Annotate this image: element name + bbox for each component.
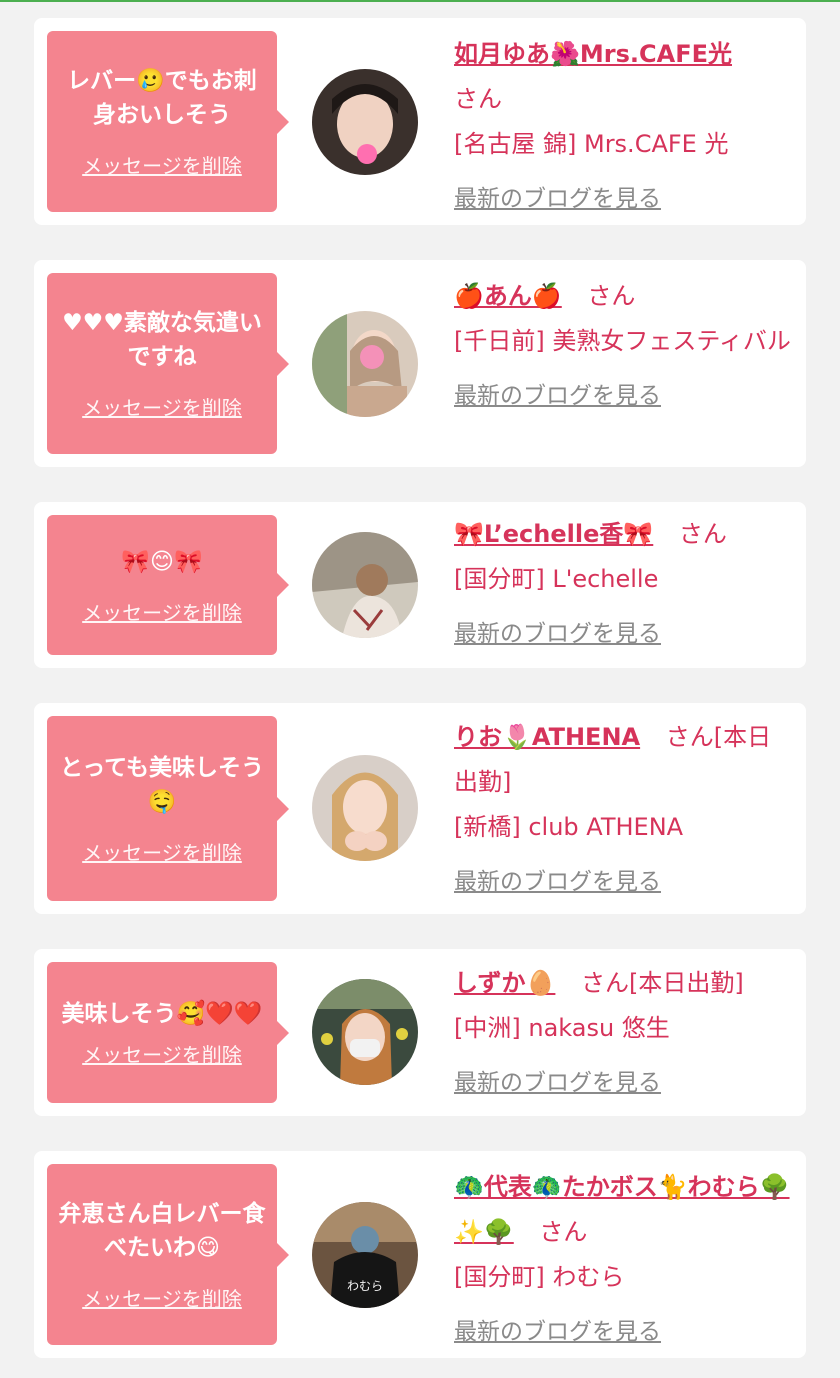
latest-blog-link[interactable]: 最新のブログを見る [454,1310,794,1355]
cast-name-link[interactable]: 🎀L’echelle香🎀 [454,520,653,548]
message-card: 美味しそう🥰❤️❤️ メッセージを削除 しずか🥚 さん[本日出勤] [中洲] n… [34,949,806,1116]
cast-name-link[interactable]: 如月ゆあ🌺Mrs.CAFE光 [454,40,732,68]
cast-name-link[interactable]: しずか🥚 [454,969,555,997]
latest-blog-link[interactable]: 最新のブログを見る [454,177,794,222]
cast-info: 🍎あん🍎 さん [千日前] 美熟女フェスティバル 最新のブログを見る [454,274,794,419]
message-bubble: 🎀😊🎀 メッセージを削除 [47,515,289,655]
delete-message-link[interactable]: メッセージを削除 [82,1039,242,1068]
delete-message-link[interactable]: メッセージを削除 [82,150,242,179]
honorific: さん [539,1218,588,1246]
svg-text:わむら: わむら [347,1279,383,1293]
latest-blog-link[interactable]: 最新のブログを見る [454,612,794,657]
avatar[interactable] [312,69,418,175]
latest-blog-link[interactable]: 最新のブログを見る [454,860,794,905]
shop-label: [新橋] club ATHENA [454,813,684,841]
avatar[interactable]: わむら [312,1202,418,1308]
message-text: 弁恵さん白レバー食べたいわ😋 [58,1201,266,1261]
honorific: さん [454,85,502,113]
shop-label: [千日前] 美熟女フェスティバル [454,327,791,355]
delete-message-link[interactable]: メッセージを削除 [82,597,242,626]
cast-name-link[interactable]: 🍎あん🍎 [454,282,562,310]
delete-message-link[interactable]: メッセージを削除 [82,837,242,866]
message-text: ♥♥♥素敵な気遣いですね [62,310,262,370]
message-bubble: レバー🥲でもお刺身おいしそう メッセージを削除 [47,31,289,212]
message-bubble: 弁恵さん白レバー食べたいわ😋 メッセージを削除 [47,1164,289,1345]
message-text: 美味しそう🥰❤️❤️ [61,1001,263,1027]
message-bubble: 美味しそう🥰❤️❤️ メッセージを削除 [47,962,289,1103]
message-card: レバー🥲でもお刺身おいしそう メッセージを削除 如月ゆあ🌺Mrs.CAFE光 さ… [34,18,806,225]
message-card: 弁恵さん白レバー食べたいわ😋 メッセージを削除 わむら 🦚代表🦚たかボス🐈わむら… [34,1151,806,1358]
honorific: さん [587,282,636,310]
message-card: ♥♥♥素敵な気遣いですね メッセージを削除 🍎あん🍎 さん [千日前] 美熟女フ… [34,260,806,467]
top-accent-line [0,0,840,2]
avatar[interactable] [312,532,418,638]
message-text: レバー🥲でもお刺身おいしそう [67,68,257,128]
message-card: とっても美味しそう🤤 メッセージを削除 りお🌷ATHENA さん[本日出勤] [… [34,703,806,914]
latest-blog-link[interactable]: 最新のブログを見る [454,1061,794,1106]
honorific: さん [678,520,727,548]
honorific: さん[本日出勤] [581,969,744,997]
cast-name-link[interactable]: りお🌷ATHENA [454,723,640,751]
message-bubble: ♥♥♥素敵な気遣いですね メッセージを削除 [47,273,289,454]
message-card: 🎀😊🎀 メッセージを削除 🎀L’echelle香🎀 さん [国分町] L'ech… [34,502,806,668]
avatar[interactable] [312,755,418,861]
shop-label: [国分町] L'echelle [454,565,659,593]
cast-info: 🦚代表🦚たかボス🐈わむら🌳✨🌳 さん [国分町] わむら 最新のブログを見る [454,1165,794,1355]
cast-info: しずか🥚 さん[本日出勤] [中洲] nakasu 悠生 最新のブログを見る [454,961,794,1106]
shop-label: [名古屋 錦] Mrs.CAFE 光 [454,130,729,158]
latest-blog-link[interactable]: 最新のブログを見る [454,374,794,419]
cast-info: りお🌷ATHENA さん[本日出勤] [新橋] club ATHENA 最新のブ… [454,715,794,905]
shop-label: [国分町] わむら [454,1263,625,1291]
cast-name-link[interactable]: 🦚代表🦚たかボス🐈わむら🌳✨🌳 [454,1173,790,1246]
cast-info: 🎀L’echelle香🎀 さん [国分町] L'echelle 最新のブログを見… [454,512,794,657]
cast-info: 如月ゆあ🌺Mrs.CAFE光 さん [名古屋 錦] Mrs.CAFE 光 最新の… [454,32,794,222]
message-text: 🎀😊🎀 [121,548,203,575]
shop-label: [中洲] nakasu 悠生 [454,1014,670,1042]
delete-message-link[interactable]: メッセージを削除 [82,1283,242,1312]
avatar[interactable] [312,979,418,1085]
message-text: とっても美味しそう🤤 [59,755,264,815]
message-bubble: とっても美味しそう🤤 メッセージを削除 [47,716,289,901]
avatar[interactable] [312,311,418,417]
delete-message-link[interactable]: メッセージを削除 [82,392,242,421]
